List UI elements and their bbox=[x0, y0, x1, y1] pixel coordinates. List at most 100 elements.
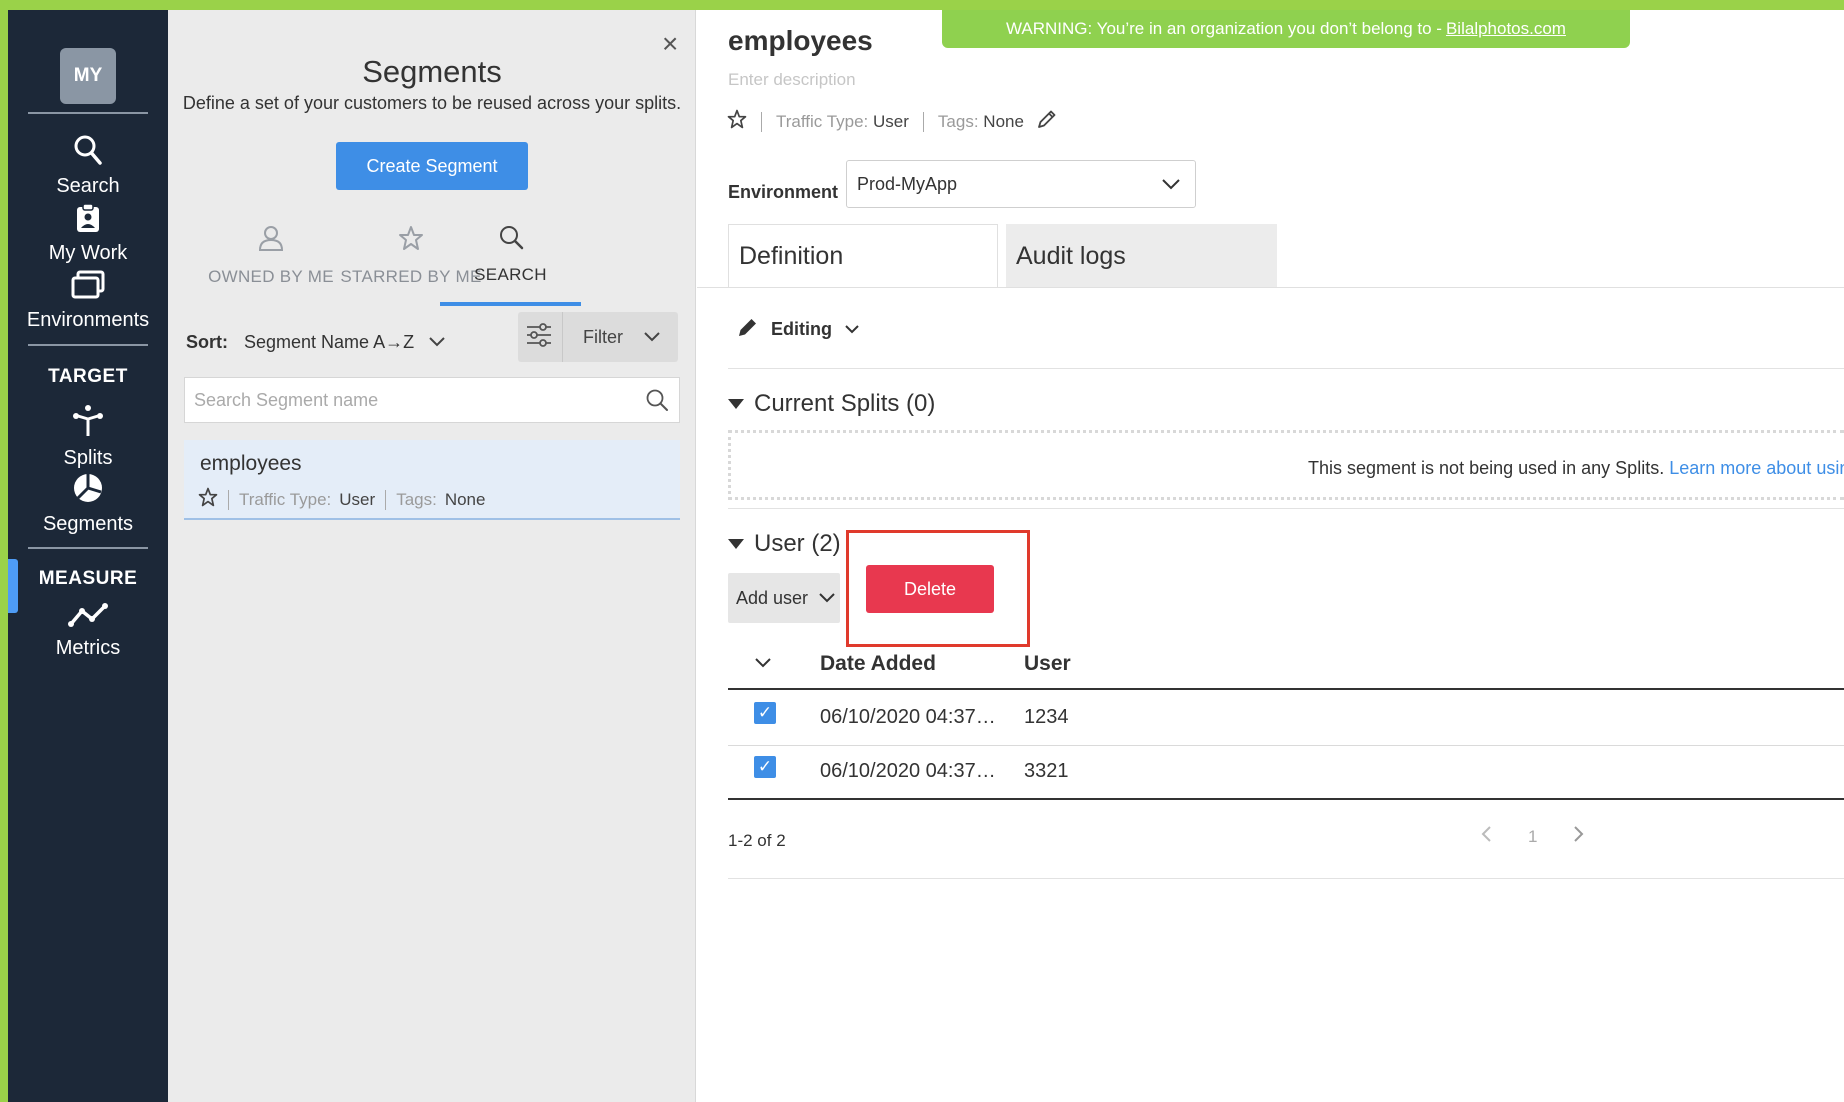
nav-item-metrics[interactable]: Metrics bbox=[8, 602, 168, 660]
users-section-toggle[interactable]: User (2) bbox=[728, 530, 841, 558]
nav-item-search[interactable]: Search bbox=[8, 134, 168, 198]
learn-more-link[interactable]: Learn more about usin bbox=[1669, 458, 1844, 478]
meta-divider bbox=[761, 111, 762, 132]
chevron-down-icon bbox=[818, 588, 836, 609]
search-icon bbox=[498, 224, 524, 255]
star-icon[interactable] bbox=[198, 487, 218, 512]
row-checkbox[interactable]: ✓ bbox=[754, 756, 776, 778]
segment-detail: WARNING: You’re in an organization you d… bbox=[697, 10, 1844, 1102]
sort-label: Sort: bbox=[186, 332, 228, 352]
avatar[interactable]: MY bbox=[60, 48, 116, 104]
metrics-icon bbox=[68, 602, 108, 633]
tab-search[interactable]: SEARCH bbox=[440, 224, 581, 306]
nav-heading-target: TARGET bbox=[48, 366, 128, 387]
nav-item-my-work[interactable]: My Work bbox=[8, 203, 168, 265]
pagination: 1 bbox=[1480, 825, 1585, 848]
segment-search-input[interactable] bbox=[194, 389, 634, 411]
chevron-right-icon[interactable] bbox=[1573, 825, 1585, 848]
nav-divider bbox=[28, 547, 148, 549]
org-warning-banner: WARNING: You’re in an organization you d… bbox=[942, 10, 1630, 48]
caret-down-icon bbox=[728, 539, 744, 549]
select-all-chevron-icon[interactable] bbox=[754, 656, 772, 674]
page-number[interactable]: 1 bbox=[1528, 827, 1537, 847]
current-splits-toggle[interactable]: Current Splits (0) bbox=[728, 390, 935, 418]
nav-item-splits[interactable]: Splits bbox=[8, 404, 168, 470]
segment-title: employees bbox=[728, 25, 873, 56]
tags-label: Tags: bbox=[937, 111, 979, 131]
editing-mode-dropdown[interactable]: Editing bbox=[737, 316, 860, 343]
chevron-down-icon bbox=[1161, 175, 1181, 196]
empty-splits-message: This segment is not being used in any Sp… bbox=[1308, 458, 1844, 479]
tab-audit-logs[interactable]: Audit logs bbox=[1006, 224, 1277, 288]
column-user[interactable]: User bbox=[1024, 652, 1071, 676]
add-user-dropdown[interactable]: Add user bbox=[728, 573, 840, 623]
meta-divider bbox=[922, 111, 924, 132]
tags-label: Tags: bbox=[396, 489, 437, 509]
filter-button[interactable]: Filter bbox=[518, 312, 678, 362]
row-checkbox[interactable]: ✓ bbox=[754, 702, 776, 724]
tab-label: SEARCH bbox=[474, 265, 547, 284]
nav-item-label: Segments bbox=[42, 513, 134, 535]
nav-heading-measure: MEASURE bbox=[38, 568, 138, 589]
nav-item-label: My Work bbox=[48, 242, 128, 264]
nav-active-indicator bbox=[8, 559, 18, 613]
meta-divider bbox=[385, 489, 387, 510]
nav-item-label: Environments bbox=[26, 309, 150, 331]
create-segment-button[interactable]: Create Segment bbox=[336, 142, 528, 190]
tab-definition[interactable]: Definition bbox=[728, 224, 998, 288]
environments-icon bbox=[71, 270, 105, 305]
panel-subtitle: Define a set of your customers to be reu… bbox=[182, 93, 682, 113]
segment-name: employees bbox=[200, 452, 302, 475]
nav-divider bbox=[28, 344, 148, 346]
row-date: 06/10/2020 04:37… bbox=[820, 760, 996, 782]
users-table-header: Date Added User bbox=[728, 640, 1844, 690]
segment-list-item[interactable]: employees Traffic Type: User Tags: None bbox=[184, 440, 680, 520]
chevron-down-icon bbox=[643, 327, 661, 348]
star-icon[interactable] bbox=[727, 109, 747, 134]
meta-divider bbox=[228, 489, 229, 510]
section-divider bbox=[728, 368, 1844, 369]
left-nav: MY Search My Work Environments TARGET Sp… bbox=[8, 10, 168, 1102]
section-divider bbox=[728, 878, 1844, 879]
traffic-type-label: Traffic Type: bbox=[239, 489, 332, 509]
nav-item-label: Metrics bbox=[55, 637, 121, 659]
star-icon bbox=[398, 224, 424, 257]
segment-meta-row: Traffic Type: User Tags: None bbox=[727, 108, 1058, 135]
chevron-left-icon[interactable] bbox=[1480, 825, 1492, 848]
column-date-added[interactable]: Date Added bbox=[820, 652, 936, 676]
table-range-text: 1-2 of 2 bbox=[728, 831, 786, 850]
delete-button[interactable]: Delete bbox=[866, 565, 994, 613]
pencil-icon[interactable] bbox=[1036, 108, 1058, 135]
clipboard-icon bbox=[74, 203, 102, 238]
splits-icon bbox=[72, 404, 104, 443]
search-icon bbox=[73, 134, 103, 171]
warning-org-link[interactable]: Bilalphotos.com bbox=[1446, 19, 1566, 39]
nav-item-label: Search bbox=[56, 175, 120, 197]
segment-search-field[interactable] bbox=[184, 377, 680, 423]
segment-filter-tabs: OWNED BY ME STARRED BY ME SEARCH bbox=[188, 224, 684, 306]
row-user: 1234 bbox=[1024, 706, 1069, 728]
description-field[interactable]: Enter description bbox=[728, 70, 856, 90]
nav-item-environments[interactable]: Environments bbox=[8, 270, 168, 332]
tab-label: OWNED BY ME bbox=[208, 267, 334, 286]
nav-item-segments[interactable]: Segments bbox=[8, 472, 168, 536]
section-divider bbox=[728, 508, 1844, 509]
users-section-title: User (2) bbox=[754, 530, 841, 557]
current-splits-empty-state: This segment is not being used in any Sp… bbox=[728, 430, 1844, 500]
traffic-type-value: User bbox=[339, 489, 376, 509]
segments-panel: × Segments Define a set of your customer… bbox=[168, 10, 696, 1102]
editing-label: Editing bbox=[771, 319, 832, 339]
left-accent-edge bbox=[0, 0, 8, 1102]
filter-label: Filter bbox=[583, 326, 623, 347]
sort-dropdown[interactable]: Segment Name A→Z bbox=[244, 332, 446, 353]
sliders-icon bbox=[526, 322, 552, 352]
tags-value: None bbox=[983, 111, 1024, 131]
traffic-type-label: Traffic Type: bbox=[776, 111, 869, 131]
environment-select[interactable]: Prod-MyApp bbox=[846, 160, 1196, 208]
nav-divider bbox=[28, 112, 148, 114]
user-icon bbox=[258, 224, 284, 257]
table-row: ✓ 06/10/2020 04:37… 1234 bbox=[728, 692, 1844, 746]
search-icon[interactable] bbox=[645, 388, 669, 417]
filter-divider bbox=[562, 312, 563, 362]
add-user-label: Add user bbox=[736, 587, 809, 608]
